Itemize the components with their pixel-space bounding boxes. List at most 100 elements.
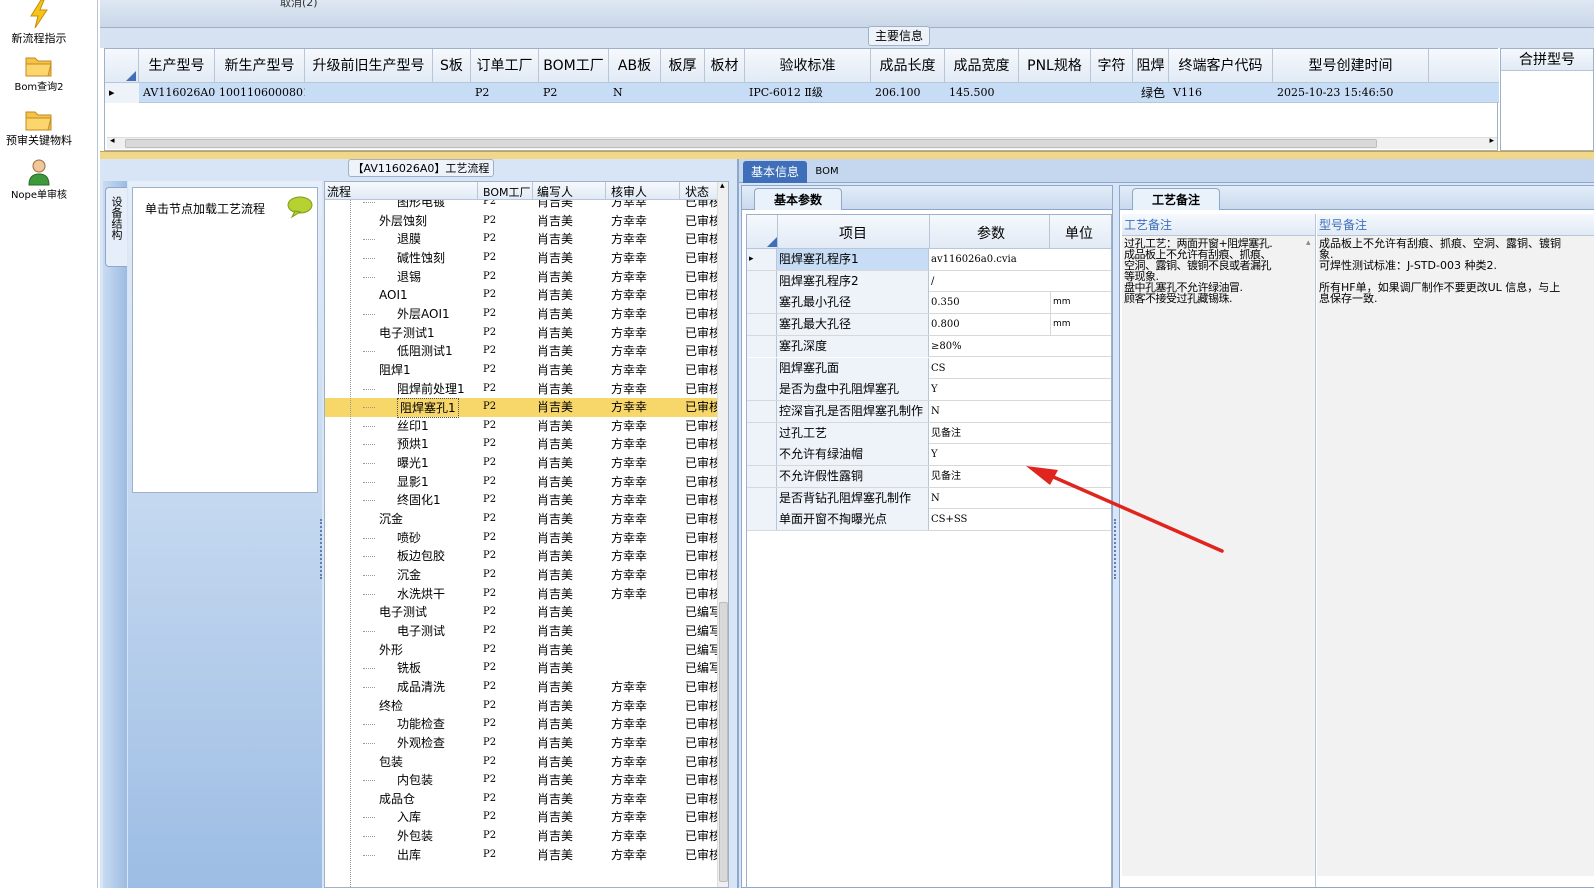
- param-value-cell[interactable]: N: [931, 488, 1049, 509]
- flow-tree-row[interactable]: 功能检查 P2 肖吉美 方幸幸 已审核: [325, 715, 717, 734]
- param-value-cell[interactable]: av116026a0.cvia: [931, 249, 1049, 270]
- flow-tree-row[interactable]: −外形P2肖吉美已编写: [325, 641, 717, 660]
- process-remarks-text[interactable]: 过孔工艺：两面开窗+阻焊塞孔. 成品板上不允许有刮痕、抓痕、 空洞、露铜、镀铜不良或…: [1122, 236, 1315, 876]
- scroll-left-icon[interactable]: ◂: [110, 136, 115, 146]
- column-header[interactable]: 订单工厂: [471, 49, 539, 83]
- param-row[interactable]: ▸ 阻焊塞孔程序1 av116026a0.cvia: [747, 249, 1111, 271]
- cell[interactable]: [433, 83, 471, 103]
- flow-tree-row[interactable]: −阻焊1P2肖吉美方幸幸已审核: [325, 361, 717, 380]
- column-header[interactable]: 验收标准: [745, 49, 871, 83]
- column-header[interactable]: 板材: [705, 49, 745, 83]
- prereview-material-button[interactable]: 预审关键物料: [0, 108, 78, 148]
- flow-tree-row[interactable]: 阻焊前处理1 P2 肖吉美 方幸幸 已审核: [325, 380, 717, 399]
- flow-tree-row[interactable]: 丝印1 P2 肖吉美 方幸幸 已审核: [325, 417, 717, 436]
- param-value-cell[interactable]: 0.350: [931, 292, 1049, 313]
- column-header[interactable]: 升级前旧生产型号: [305, 49, 433, 83]
- flow-tree-row[interactable]: 外观检查 P2 肖吉美 方幸幸 已审核: [325, 734, 717, 753]
- cell[interactable]: IPC-6012 Ⅱ级: [745, 83, 871, 103]
- subtab-basic-params[interactable]: 基本参数: [754, 188, 842, 210]
- column-header[interactable]: 成品长度: [871, 49, 945, 83]
- column-header[interactable]: 生产型号: [139, 49, 215, 83]
- param-value-cell[interactable]: 0.800: [931, 314, 1049, 335]
- cell[interactable]: [661, 83, 705, 103]
- param-row[interactable]: 塞孔深度 ≥80%: [747, 335, 1111, 358]
- param-row[interactable]: 阻焊塞孔程序2/: [747, 270, 1111, 293]
- hscroll-thumb[interactable]: [125, 139, 1377, 148]
- cell[interactable]: V116: [1169, 83, 1273, 103]
- vscroll-thumb[interactable]: [719, 602, 728, 882]
- param-value-cell[interactable]: ≥80%: [931, 336, 1049, 357]
- model-remarks-text[interactable]: 成品板上不允许有刮痕、抓痕、空洞、露铜、镀铜 象. 可焊性测试标准：J-STD-00…: [1317, 236, 1594, 876]
- splitter-grip[interactable]: [1114, 519, 1118, 579]
- param-value-cell[interactable]: CS+SS: [931, 509, 1049, 530]
- param-row[interactable]: 不允许有绿油帽 Y: [747, 444, 1111, 466]
- flow-tree-row[interactable]: 外层AOI1 P2 肖吉美 方幸幸 已审核: [325, 305, 717, 324]
- flow-tree-row[interactable]: −电子测试P2肖吉美已编写: [325, 603, 717, 622]
- flow-tree-row[interactable]: 水洗烘干 P2 肖吉美 方幸幸 已审核: [325, 585, 717, 604]
- flow-tree-row[interactable]: 沉金 P2 肖吉美 方幸幸 已审核: [325, 566, 717, 585]
- cell[interactable]: [1019, 83, 1091, 103]
- flow-tree-row[interactable]: 出库 P2 肖吉美 方幸幸 已审核: [325, 846, 717, 865]
- scroll-right-icon[interactable]: ▸: [1489, 136, 1494, 146]
- device-structure-tab[interactable]: 设备结构: [105, 187, 127, 267]
- param-row[interactable]: 单面开窗不掏曝光点 CS+SS: [747, 509, 1111, 532]
- tab-process-remarks[interactable]: 工艺备注: [1132, 188, 1220, 210]
- flow-tree-row[interactable]: 入库 P2 肖吉美 方幸幸 已审核: [325, 808, 717, 827]
- nope-review-button[interactable]: Nope单审核: [0, 158, 78, 201]
- param-row[interactable]: 不允许假性露铜 见备注: [747, 466, 1111, 488]
- param-value-cell[interactable]: 见备注: [931, 466, 1049, 487]
- param-value-cell[interactable]: 见备注: [931, 423, 1049, 444]
- flow-vscrollbar[interactable]: ▴: [717, 182, 728, 887]
- param-row[interactable]: 过孔工艺 见备注: [747, 422, 1111, 445]
- cell[interactable]: [1091, 83, 1133, 103]
- column-header[interactable]: BOM工厂: [539, 49, 609, 83]
- flow-tree-row[interactable]: −包装P2肖吉美方幸幸已审核: [325, 753, 717, 772]
- flow-tree-row[interactable]: 电子测试 P2 肖吉美 已编写: [325, 622, 717, 641]
- column-header[interactable]: 阻焊: [1133, 49, 1169, 83]
- cell[interactable]: [305, 83, 433, 103]
- cell[interactable]: 2025-10-23 15:46:50: [1273, 83, 1429, 103]
- param-row[interactable]: 塞孔最小孔径 0.350 mm: [747, 292, 1111, 315]
- flow-tree-row[interactable]: 铣板 P2 肖吉美 已编写: [325, 659, 717, 678]
- param-row[interactable]: 塞孔最大孔径 0.800 mm: [747, 314, 1111, 336]
- flow-tree-row[interactable]: −成品仓P2肖吉美方幸幸已审核: [325, 790, 717, 809]
- flow-tree-row[interactable]: 预烘1 P2 肖吉美 方幸幸 已审核: [325, 435, 717, 454]
- cancel-label[interactable]: 取消(2): [280, 0, 318, 10]
- flow-tree-row[interactable]: 板边包胶 P2 肖吉美 方幸幸 已审核: [325, 547, 717, 566]
- param-value-cell[interactable]: /: [931, 271, 1049, 292]
- column-header[interactable]: 型号创建时间: [1273, 49, 1429, 83]
- column-header[interactable]: 板厚: [661, 49, 705, 83]
- tab-basic-info[interactable]: 基本信息: [743, 161, 807, 183]
- cell[interactable]: 206.100: [871, 83, 945, 103]
- column-header[interactable]: PNL规格: [1019, 49, 1091, 83]
- main-info-hscrollbar[interactable]: ◂ ▸: [107, 136, 1497, 149]
- flow-tree-row[interactable]: 曝光1 P2 肖吉美 方幸幸 已审核: [325, 454, 717, 473]
- horizontal-splitter[interactable]: [100, 151, 1594, 159]
- tab-bom[interactable]: BOM: [809, 161, 845, 183]
- flow-tree-row[interactable]: 碱性蚀刻 P2 肖吉美 方幸幸 已审核: [325, 249, 717, 268]
- cell[interactable]: N: [609, 83, 661, 103]
- flow-tree-row[interactable]: −AOI1P2肖吉美方幸幸已审核: [325, 286, 717, 305]
- flow-tree-row[interactable]: −沉金P2肖吉美方幸幸已审核: [325, 510, 717, 529]
- param-value-cell[interactable]: N: [931, 401, 1049, 422]
- cell[interactable]: P2: [471, 83, 539, 103]
- cell[interactable]: P2: [539, 83, 609, 103]
- param-value-cell[interactable]: Y: [931, 379, 1049, 400]
- flow-tree-row[interactable]: −电子测试1P2肖吉美方幸幸已审核: [325, 324, 717, 343]
- param-value-cell[interactable]: CS: [931, 358, 1049, 379]
- new-flow-button[interactable]: 新流程指示: [0, 0, 78, 46]
- param-row[interactable]: 是否为盘中孔阻焊塞孔 Y: [747, 379, 1111, 401]
- flow-tree-row[interactable]: −外层蚀刻P2肖吉美方幸幸已审核: [325, 212, 717, 231]
- column-header[interactable]: 字符: [1091, 49, 1133, 83]
- flow-tree-row[interactable]: −终检P2肖吉美方幸幸已审核: [325, 697, 717, 716]
- column-header[interactable]: AB板: [609, 49, 661, 83]
- flow-tree-row[interactable]: 阻焊塞孔1 P2 肖吉美 方幸幸 已审核: [325, 398, 717, 419]
- column-header[interactable]: 新生产型号: [215, 49, 305, 83]
- flow-tree-row[interactable]: 低阻测试1 P2 肖吉美 方幸幸 已审核: [325, 342, 717, 361]
- cell[interactable]: 10011060008016: [215, 83, 305, 103]
- scroll-up-icon[interactable]: ▴: [720, 182, 725, 191]
- cell[interactable]: [705, 83, 745, 103]
- column-header[interactable]: 成品宽度: [945, 49, 1019, 83]
- cell[interactable]: 145.500: [945, 83, 1019, 103]
- param-row[interactable]: 控深盲孔是否阻焊塞孔制作 N: [747, 400, 1111, 423]
